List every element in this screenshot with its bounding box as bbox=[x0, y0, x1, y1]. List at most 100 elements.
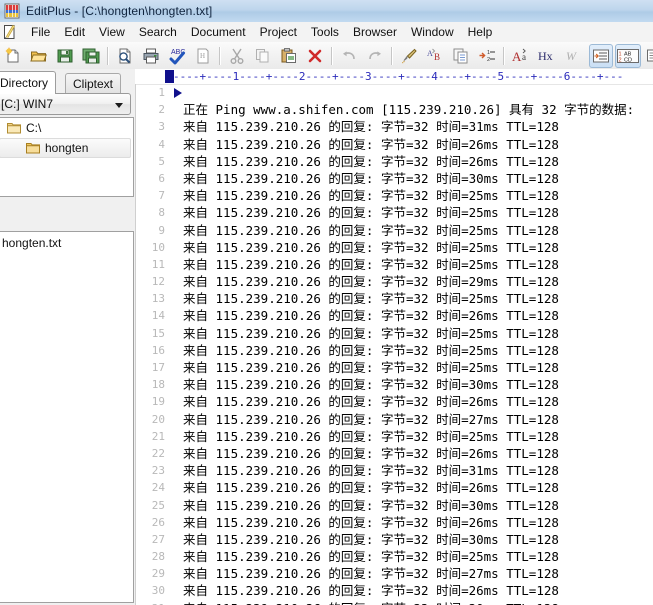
line-text: 来自 115.239.210.26 的回复: 字节=32 时间=30ms TTL… bbox=[183, 376, 559, 393]
line-number: 15 bbox=[135, 325, 173, 342]
code-line[interactable]: 27来自 115.239.210.26 的回复: 字节=32 时间=30ms T… bbox=[135, 531, 653, 548]
code-line[interactable]: 17来自 115.239.210.26 的回复: 字节=32 时间=25ms T… bbox=[135, 359, 653, 376]
directory-tree[interactable]: C:\ hongten bbox=[0, 117, 134, 197]
line-text: 来自 115.239.210.26 的回复: 字节=32 时间=31ms TTL… bbox=[183, 118, 559, 135]
delete-icon[interactable] bbox=[303, 44, 327, 68]
line-number: 31 bbox=[135, 600, 173, 605]
redo-icon[interactable] bbox=[363, 44, 387, 68]
code-line[interactable]: 20来自 115.239.210.26 的回复: 字节=32 时间=27ms T… bbox=[135, 411, 653, 428]
code-line[interactable]: 25来自 115.239.210.26 的回复: 字节=32 时间=30ms T… bbox=[135, 497, 653, 514]
editor-pane[interactable]: ----+----1----+----2----+----3----+----4… bbox=[135, 69, 653, 605]
code-line[interactable]: 30来自 115.239.210.26 的回复: 字节=32 时间=26ms T… bbox=[135, 582, 653, 599]
code-line[interactable]: 1 bbox=[135, 84, 653, 101]
line-marker bbox=[173, 376, 183, 393]
duplicate-line-icon[interactable] bbox=[449, 44, 473, 68]
menu-edit[interactable]: Edit bbox=[57, 23, 92, 41]
code-line[interactable]: 18来自 115.239.210.26 的回复: 字节=32 时间=30ms T… bbox=[135, 376, 653, 393]
file-list[interactable]: hongten.txt bbox=[0, 231, 134, 603]
code-line[interactable]: 26来自 115.239.210.26 的回复: 字节=32 时间=26ms T… bbox=[135, 514, 653, 531]
paste-icon[interactable] bbox=[277, 44, 301, 68]
toggle-indent-guide-icon[interactable] bbox=[589, 44, 613, 68]
line-text: 来自 115.239.210.26 的回复: 字节=32 时间=26ms TTL… bbox=[183, 307, 559, 324]
hex-view-icon[interactable]: Hx bbox=[535, 44, 561, 68]
line-marker bbox=[173, 479, 183, 496]
code-line[interactable]: 10来自 115.239.210.26 的回复: 字节=32 时间=25ms T… bbox=[135, 239, 653, 256]
code-line[interactable]: 9来自 115.239.210.26 的回复: 字节=32 时间=25ms TT… bbox=[135, 222, 653, 239]
code-line[interactable]: 14来自 115.239.210.26 的回复: 字节=32 时间=26ms T… bbox=[135, 307, 653, 324]
tree-item-root[interactable]: C:\ bbox=[0, 118, 133, 138]
code-line[interactable]: 5来自 115.239.210.26 的回复: 字节=32 时间=26ms TT… bbox=[135, 153, 653, 170]
folder-icon bbox=[26, 142, 40, 154]
save-icon[interactable] bbox=[53, 44, 77, 68]
page-setup-icon[interactable]: H bbox=[191, 44, 215, 68]
code-line[interactable]: 24来自 115.239.210.26 的回复: 字节=32 时间=26ms T… bbox=[135, 479, 653, 496]
find-replace-icon[interactable]: A B bbox=[423, 44, 447, 68]
indent-list-icon[interactable]: 1 2 bbox=[475, 44, 499, 68]
format-brush-icon[interactable] bbox=[397, 44, 421, 68]
change-case-icon[interactable]: A a bbox=[509, 44, 533, 68]
drive-selector[interactable]: [C:] WIN7 bbox=[0, 93, 131, 115]
word-wrap-icon[interactable]: W bbox=[563, 44, 587, 68]
menu-help[interactable]: Help bbox=[461, 23, 500, 41]
code-line[interactable]: 29来自 115.239.210.26 的回复: 字节=32 时间=27ms T… bbox=[135, 565, 653, 582]
code-line[interactable]: 11来自 115.239.210.26 的回复: 字节=32 时间=25ms T… bbox=[135, 256, 653, 273]
line-text: 来自 115.239.210.26 的回复: 字节=32 时间=30ms TTL… bbox=[183, 497, 559, 514]
spell-check-icon[interactable]: ABC bbox=[165, 44, 189, 68]
line-marker bbox=[173, 239, 183, 256]
user-tools-icon[interactable] bbox=[643, 44, 653, 68]
code-line[interactable]: 22来自 115.239.210.26 的回复: 字节=32 时间=26ms T… bbox=[135, 445, 653, 462]
undo-icon[interactable] bbox=[337, 44, 361, 68]
print-icon[interactable] bbox=[139, 44, 163, 68]
menu-file[interactable]: File bbox=[24, 23, 57, 41]
code-line[interactable]: 3来自 115.239.210.26 的回复: 字节=32 时间=31ms TT… bbox=[135, 118, 653, 135]
svg-text:W: W bbox=[566, 49, 577, 63]
line-number: 20 bbox=[135, 411, 173, 428]
menu-project[interactable]: Project bbox=[253, 23, 304, 41]
new-file-icon[interactable] bbox=[1, 44, 25, 68]
menu-tools[interactable]: Tools bbox=[304, 23, 346, 41]
menu-view[interactable]: View bbox=[92, 23, 132, 41]
code-line[interactable]: 19来自 115.239.210.26 的回复: 字节=32 时间=26ms T… bbox=[135, 393, 653, 410]
code-line[interactable]: 4来自 115.239.210.26 的回复: 字节=32 时间=26ms TT… bbox=[135, 136, 653, 153]
tab-directory[interactable]: Directory bbox=[0, 71, 56, 94]
line-number: 27 bbox=[135, 531, 173, 548]
tree-item-root-label: C:\ bbox=[26, 121, 41, 135]
line-marker bbox=[173, 359, 183, 376]
line-marker bbox=[173, 101, 183, 118]
tree-item-hongten[interactable]: hongten bbox=[0, 138, 131, 158]
line-text: 来自 115.239.210.26 的回复: 字节=32 时间=26ms TTL… bbox=[183, 136, 559, 153]
print-preview-icon[interactable] bbox=[113, 44, 137, 68]
text-area[interactable]: 12正在 Ping www.a.shifen.com [115.239.210.… bbox=[135, 84, 653, 605]
toggle-line-numbers-icon[interactable]: 1 2 AB CD bbox=[615, 44, 641, 68]
column-ruler: ----+----1----+----2----+----3----+----4… bbox=[135, 69, 653, 85]
menu-document[interactable]: Document bbox=[184, 23, 253, 41]
code-line[interactable]: 12来自 115.239.210.26 的回复: 字节=32 时间=29ms T… bbox=[135, 273, 653, 290]
code-line[interactable]: 21来自 115.239.210.26 的回复: 字节=32 时间=25ms T… bbox=[135, 428, 653, 445]
code-line[interactable]: 7来自 115.239.210.26 的回复: 字节=32 时间=25ms TT… bbox=[135, 187, 653, 204]
code-line[interactable]: 13来自 115.239.210.26 的回复: 字节=32 时间=25ms T… bbox=[135, 290, 653, 307]
list-item[interactable]: hongten.txt bbox=[0, 232, 133, 254]
code-line[interactable]: 15来自 115.239.210.26 的回复: 字节=32 时间=25ms T… bbox=[135, 325, 653, 342]
line-text: 来自 115.239.210.26 的回复: 字节=32 时间=26ms TTL… bbox=[183, 445, 559, 462]
menu-browser[interactable]: Browser bbox=[346, 23, 404, 41]
line-text: 来自 115.239.210.26 的回复: 字节=32 时间=25ms TTL… bbox=[183, 222, 559, 239]
code-line[interactable]: 23来自 115.239.210.26 的回复: 字节=32 时间=31ms T… bbox=[135, 462, 653, 479]
menu-bar: File Edit View Search Document Project T… bbox=[0, 22, 653, 43]
line-text: 来自 115.239.210.26 的回复: 字节=32 时间=25ms TTL… bbox=[183, 548, 559, 565]
code-line[interactable]: 28来自 115.239.210.26 的回复: 字节=32 时间=25ms T… bbox=[135, 548, 653, 565]
code-line[interactable]: 6来自 115.239.210.26 的回复: 字节=32 时间=30ms TT… bbox=[135, 170, 653, 187]
code-line[interactable]: 2正在 Ping www.a.shifen.com [115.239.210.2… bbox=[135, 101, 653, 118]
menu-window[interactable]: Window bbox=[404, 23, 461, 41]
menu-search[interactable]: Search bbox=[132, 23, 184, 41]
code-line[interactable]: 31来自 115.239.210.26 的回复: 字节=32 时间=30ms T… bbox=[135, 600, 653, 605]
save-all-icon[interactable] bbox=[79, 44, 103, 68]
tab-cliptext[interactable]: Cliptext bbox=[65, 73, 121, 93]
code-line[interactable]: 16来自 115.239.210.26 的回复: 字节=32 时间=25ms T… bbox=[135, 342, 653, 359]
copy-icon[interactable] bbox=[251, 44, 275, 68]
line-text: 来自 115.239.210.26 的回复: 字节=32 时间=26ms TTL… bbox=[183, 479, 559, 496]
open-file-icon[interactable] bbox=[27, 44, 51, 68]
code-line[interactable]: 8来自 115.239.210.26 的回复: 字节=32 时间=25ms TT… bbox=[135, 204, 653, 221]
toolbar: ABC H bbox=[0, 42, 653, 70]
cut-icon[interactable] bbox=[225, 44, 249, 68]
line-number: 11 bbox=[135, 256, 173, 273]
